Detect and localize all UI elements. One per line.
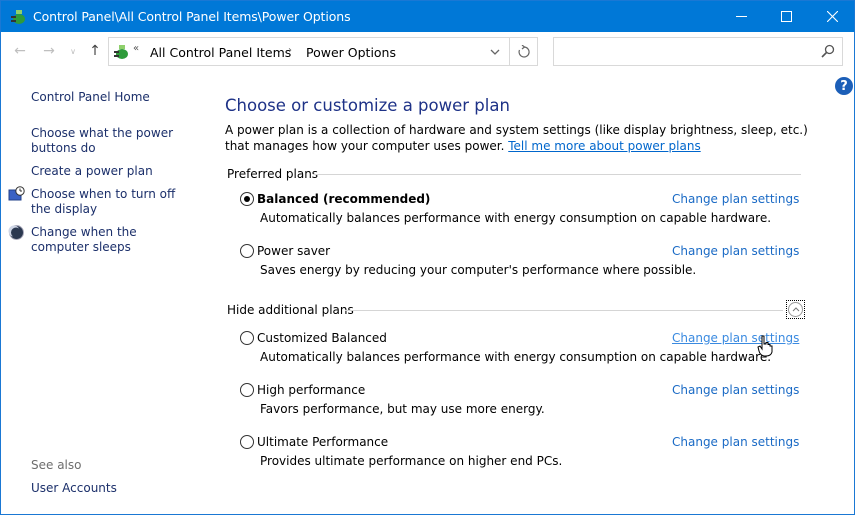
chevron-down-icon <box>490 49 500 55</box>
breadcrumb-separator-icon[interactable]: › <box>288 45 292 56</box>
search-input[interactable] <box>558 42 808 61</box>
sidebar-link-control-panel-home[interactable]: Control Panel Home <box>31 90 201 105</box>
power-options-window: Control Panel\All Control Panel Items\Po… <box>0 0 855 515</box>
refresh-icon <box>518 45 530 58</box>
sidebar-link-power-buttons[interactable]: Choose what the power buttons do <box>31 126 181 156</box>
sidebar-link-computer-sleeps[interactable]: Change when the computer sleeps <box>31 225 191 255</box>
arrow-up-icon: ↑ <box>89 43 101 59</box>
minimize-icon <box>735 16 747 17</box>
plan-radio-power-saver[interactable] <box>240 244 254 258</box>
sidebar-link-turn-off-display[interactable]: Choose when to turn off the display <box>31 187 191 217</box>
change-plan-settings-link[interactable]: Change plan settings <box>672 383 799 397</box>
moon-icon <box>8 225 24 240</box>
search-box[interactable] <box>553 37 843 66</box>
power-options-icon <box>114 45 128 59</box>
address-dropdown-button[interactable] <box>481 38 509 65</box>
display-clock-icon <box>8 186 25 201</box>
change-plan-settings-link[interactable]: Change plan settings <box>672 244 799 258</box>
overflow-crumb[interactable]: « <box>133 43 139 54</box>
plan-radio-high-performance[interactable] <box>240 383 254 397</box>
plan-description: Saves energy by reducing your computer's… <box>260 263 697 277</box>
plan-description: Provides ultimate performance on higher … <box>260 454 563 468</box>
plan-name[interactable]: Ultimate Performance <box>257 435 388 449</box>
see-also-heading: See also <box>31 458 82 472</box>
breadcrumb-power-options[interactable]: Power Options <box>306 45 396 60</box>
preferred-plans-heading: Preferred plans <box>227 167 319 181</box>
plan-name[interactable]: Customized Balanced <box>257 331 387 345</box>
page-title: Choose or customize a power plan <box>225 96 510 115</box>
hide-additional-plans-heading: Hide additional plans <box>227 303 354 317</box>
plan-radio-customized-balanced[interactable] <box>240 331 254 345</box>
title-bar[interactable]: Control Panel\All Control Panel Items\Po… <box>1 1 854 32</box>
plan-radio-balanced[interactable] <box>240 192 254 206</box>
help-button[interactable]: ? <box>835 77 853 95</box>
plan-description: Favors performance, but may use more ene… <box>260 402 545 416</box>
breadcrumb-all-control-panel-items[interactable]: All Control Panel Items <box>150 45 291 60</box>
sidebar-link-create-power-plan[interactable]: Create a power plan <box>31 164 201 179</box>
change-plan-settings-link[interactable]: Change plan settings <box>672 331 799 345</box>
collapse-additional-plans-button[interactable] <box>786 300 805 319</box>
chevron-up-icon <box>788 302 803 317</box>
sidebar-link-user-accounts[interactable]: User Accounts <box>31 481 201 496</box>
plan-name[interactable]: Balanced (recommended) <box>257 192 430 206</box>
close-button[interactable] <box>809 1 855 32</box>
address-bar[interactable]: « All Control Panel Items › Power Option… <box>108 37 538 66</box>
close-icon <box>826 11 838 22</box>
plan-description: Automatically balances performance with … <box>260 211 772 225</box>
plan-radio-ultimate-performance[interactable] <box>240 435 254 449</box>
back-button[interactable]: ← <box>11 42 29 60</box>
up-button[interactable]: ↑ <box>86 42 104 60</box>
maximize-button[interactable] <box>763 1 809 32</box>
maximize-icon <box>780 11 792 22</box>
change-plan-settings-link[interactable]: Change plan settings <box>672 435 799 449</box>
power-options-icon <box>11 10 25 24</box>
window-title: Control Panel\All Control Panel Items\Po… <box>33 9 351 24</box>
preferred-plans-divider <box>313 174 801 175</box>
forward-button[interactable]: → <box>40 42 58 60</box>
plan-description: Automatically balances performance with … <box>260 350 772 364</box>
help-icon: ? <box>840 78 848 94</box>
navigation-bar: ← → ∨ ↑ « All Control Panel Items › Powe… <box>1 32 854 72</box>
additional-plans-divider <box>345 310 783 311</box>
page-description: A power plan is a collection of hardware… <box>225 122 815 154</box>
recent-locations-button[interactable]: ∨ <box>64 42 82 60</box>
arrow-left-icon: ← <box>14 43 26 59</box>
refresh-button[interactable] <box>509 38 538 65</box>
learn-more-link[interactable]: Tell me more about power plans <box>508 139 700 153</box>
change-plan-settings-link[interactable]: Change plan settings <box>672 192 799 206</box>
arrow-right-icon: → <box>43 43 55 59</box>
search-icon[interactable] <box>821 44 835 58</box>
hand-cursor-icon <box>757 335 773 357</box>
chevron-down-icon: ∨ <box>70 46 76 56</box>
plan-name[interactable]: Power saver <box>257 244 330 258</box>
plan-name[interactable]: High performance <box>257 383 365 397</box>
minimize-button[interactable] <box>718 1 764 32</box>
